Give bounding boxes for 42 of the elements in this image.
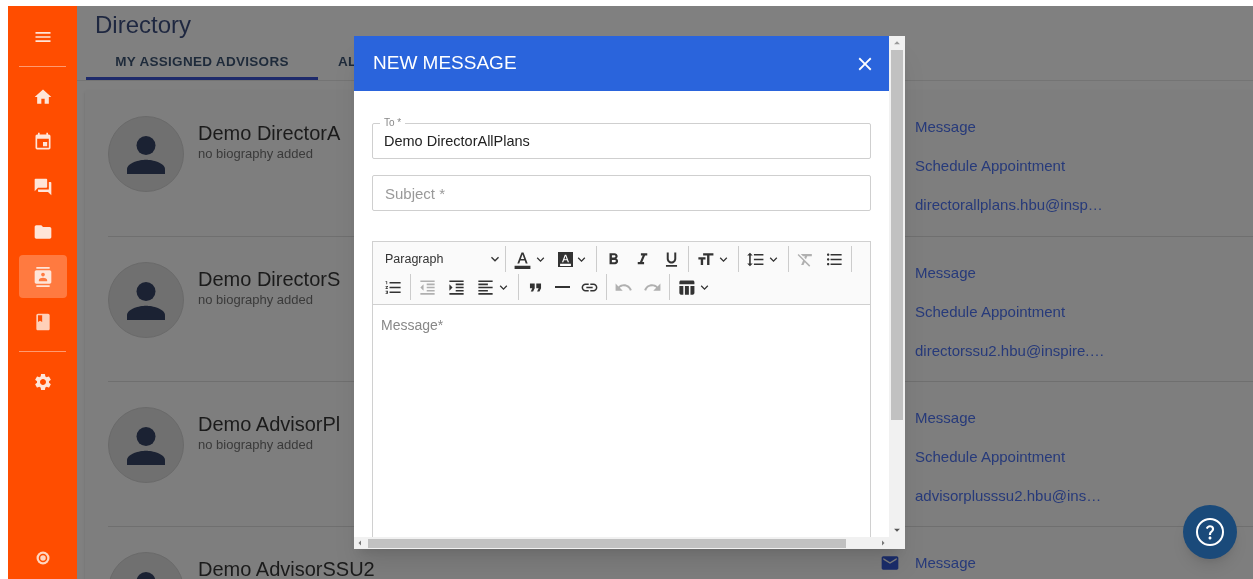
email-link[interactable]: directorssu2.hbu@inspire.… xyxy=(915,341,1105,361)
person-icon xyxy=(127,282,165,320)
message-link[interactable]: Message xyxy=(915,263,976,283)
highlight-icon xyxy=(558,251,573,267)
advisor-name: Demo AdvisorSSU2 xyxy=(198,557,375,579)
font-color-icon xyxy=(513,249,532,269)
horizontal-line-icon xyxy=(555,286,570,288)
email-link[interactable]: directorallplans.hbu@insp… xyxy=(915,195,1103,215)
chat-bubbles-icon xyxy=(32,176,53,197)
message-link[interactable]: Message xyxy=(915,553,976,573)
message-editor[interactable]: Paragraph Message* xyxy=(372,241,871,537)
contact-card-icon xyxy=(32,266,53,287)
advisor-name: Demo DirectorA xyxy=(198,121,341,146)
advisor-bio: no biography added xyxy=(198,292,314,308)
horizontal-scrollbar[interactable] xyxy=(354,537,889,549)
schedule-appointment-link[interactable]: Schedule Appointment xyxy=(915,447,1066,467)
schedule-appointment-link[interactable]: Schedule Appointment xyxy=(915,302,1066,322)
message-link[interactable]: Message xyxy=(915,408,976,428)
schedule-appointment-link[interactable]: Schedule Appointment xyxy=(915,156,1066,176)
advisor-name: Demo DirectorS xyxy=(198,267,341,292)
message-link[interactable]: Message xyxy=(915,117,976,137)
vertical-scrollbar[interactable] xyxy=(889,36,905,549)
settings-icon xyxy=(32,371,53,392)
tab[interactable]: MY ASSIGNED ADVISORS xyxy=(86,48,318,80)
subject-field[interactable]: Subject * xyxy=(372,175,871,211)
email-link[interactable]: advisorplusssu2.hbu@ins… xyxy=(915,486,1102,506)
sidebar-item[interactable] xyxy=(18,255,67,298)
advisor-bio: no biography added xyxy=(198,146,314,162)
advisor-name: Demo AdvisorPl xyxy=(198,412,341,437)
paragraph-dropdown[interactable]: Paragraph xyxy=(379,245,503,273)
align-left-icon xyxy=(476,277,495,297)
advisor-bio: no biography added xyxy=(198,437,314,453)
outdent-icon xyxy=(418,277,437,297)
help-icon xyxy=(1196,518,1224,546)
page-title: Directory xyxy=(95,11,191,38)
logo-icon xyxy=(35,551,50,565)
dialog-title: NEW MESSAGE xyxy=(373,51,517,76)
person-icon xyxy=(127,427,165,465)
person-icon xyxy=(127,136,165,174)
table-icon xyxy=(677,277,696,297)
field-label: To * xyxy=(380,117,406,129)
indent-icon xyxy=(447,277,466,297)
